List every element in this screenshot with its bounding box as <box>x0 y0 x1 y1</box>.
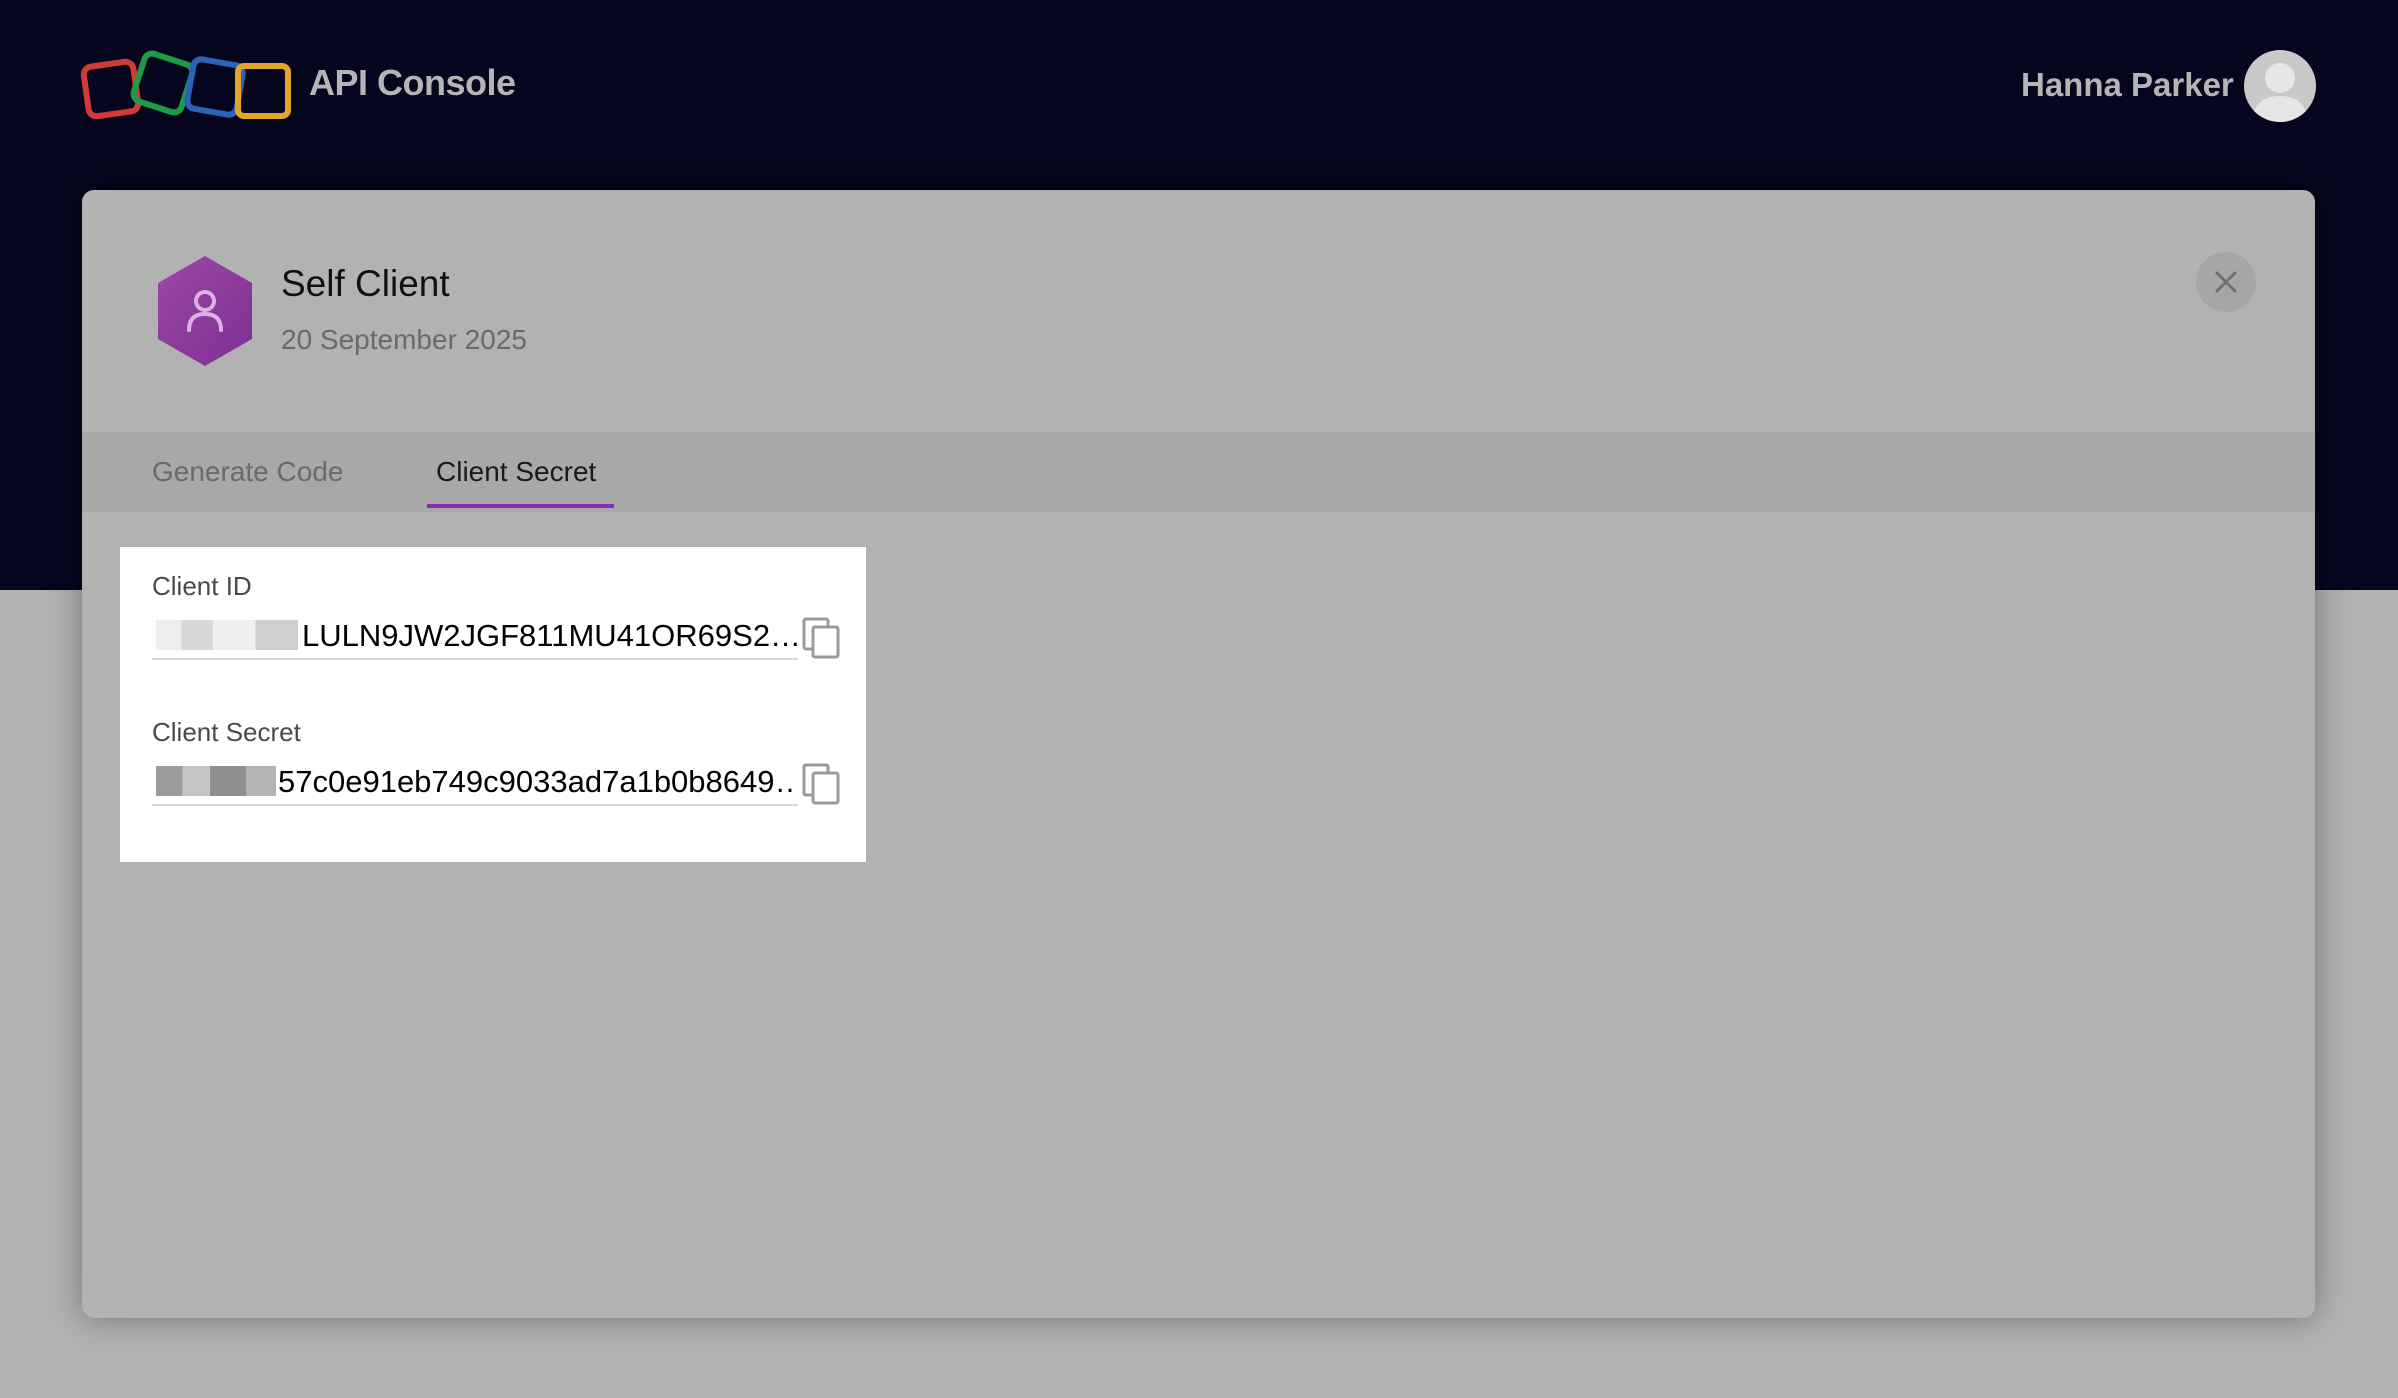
user-name[interactable]: Hanna Parker <box>2021 66 2234 104</box>
client-id-field[interactable]: LULN9JW2JGF811MU41OR69S2… <box>152 612 798 660</box>
close-icon <box>2215 271 2237 293</box>
avatar-icon[interactable] <box>2244 50 2316 122</box>
tab-bar: Generate Code Client Secret <box>82 432 2315 512</box>
client-id-redacted <box>156 620 298 650</box>
user-hexagon-icon <box>158 256 252 366</box>
client-date: 20 September 2025 <box>281 324 527 355</box>
client-panel: Self Client 20 September 2025 Generate C… <box>82 190 2315 1318</box>
close-button[interactable] <box>2196 252 2256 312</box>
client-secret-value: 57c0e91eb749c9033ad7a1b0b8649… <box>278 764 798 799</box>
client-secret-redacted <box>156 766 276 796</box>
client-secret-label: Client Secret <box>152 717 301 747</box>
copy-icon[interactable] <box>802 763 842 807</box>
client-id-label: Client ID <box>152 571 252 601</box>
client-id-value: LULN9JW2JGF811MU41OR69S2… <box>302 618 798 653</box>
active-tab-indicator <box>427 504 614 508</box>
logo-icon[interactable] <box>80 50 294 126</box>
app-title: API Console <box>309 62 516 103</box>
credentials-card: Client ID LULN9JW2JGF811MU41OR69S2… Clie… <box>120 547 866 862</box>
client-secret-field[interactable]: 57c0e91eb749c9033ad7a1b0b8649… <box>152 758 798 806</box>
copy-icon[interactable] <box>802 617 842 661</box>
tab-generate-code[interactable]: Generate Code <box>152 432 343 512</box>
tab-client-secret[interactable]: Client Secret <box>436 432 596 512</box>
client-name: Self Client <box>281 263 450 304</box>
